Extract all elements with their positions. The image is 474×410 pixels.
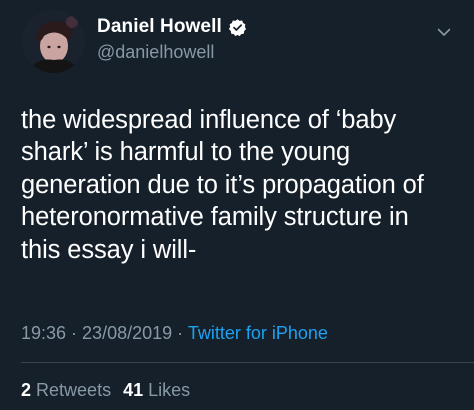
meta-separator: · <box>172 323 188 343</box>
retweets-count: 2 <box>21 380 32 400</box>
likes-label: Likes <box>148 380 191 400</box>
tweet-meta: 19:36 · 23/08/2019 · Twitter for iPhone <box>21 323 328 344</box>
likes-stat[interactable]: 41 Likes <box>123 380 190 400</box>
chevron-down-icon[interactable] <box>436 24 452 40</box>
author-handle[interactable]: @danielhowell <box>97 42 214 63</box>
tweet-time: 19:36 <box>21 323 67 343</box>
tweet-card: Daniel Howell @danielhowell the widespre… <box>0 0 474 410</box>
avatar-image <box>22 10 85 73</box>
display-name[interactable]: Daniel Howell <box>97 16 222 38</box>
avatar[interactable] <box>22 10 85 73</box>
tweet-text-line: shark’ is harmful to the young <box>21 138 351 167</box>
tweet-text-line: generation due to it’s propagation of <box>21 170 424 199</box>
retweets-stat[interactable]: 2 Retweets <box>21 380 111 400</box>
verified-badge-icon <box>228 18 247 37</box>
tweet-date: 23/08/2019 <box>82 323 173 343</box>
retweets-label: Retweets <box>36 380 112 400</box>
tweet-text-line: this essay i will- <box>21 235 197 264</box>
author-name-row[interactable]: Daniel Howell <box>97 16 247 38</box>
tweet-text-line: heteronormative family structure in <box>21 203 409 232</box>
tweet-text: the widespread influence of ‘baby shark’… <box>21 104 461 266</box>
tweet-stats: 2 Retweets 41 Likes <box>21 380 190 401</box>
meta-separator: · <box>66 323 83 343</box>
likes-count: 41 <box>123 380 144 400</box>
tweet-source-link[interactable]: Twitter for iPhone <box>188 323 328 343</box>
divider <box>21 362 474 363</box>
tweet-text-line: the widespread influence of ‘baby <box>21 106 397 134</box>
